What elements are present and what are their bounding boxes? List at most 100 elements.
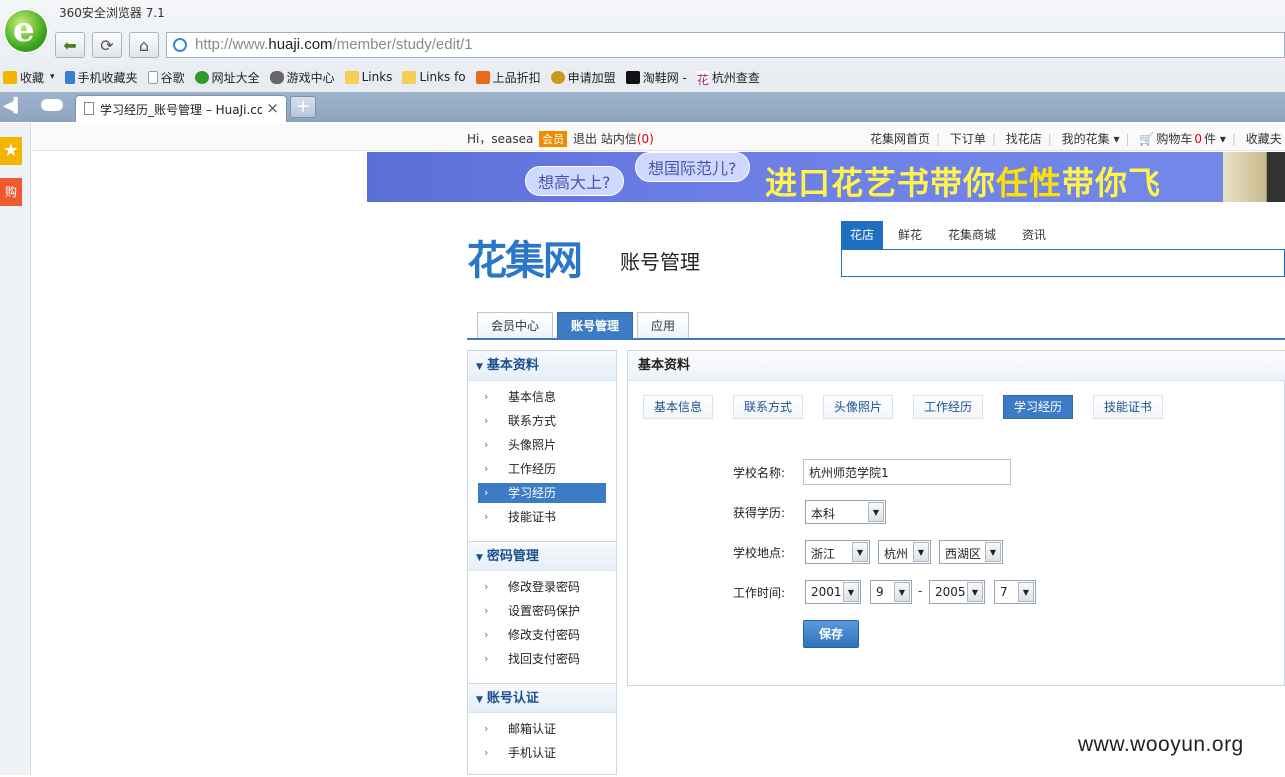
banner-bubble-2: 想国际范儿? xyxy=(635,152,750,182)
degree-select[interactable]: 本科 ▼ xyxy=(805,500,886,524)
bookmark-shangpin[interactable]: 上品折扣 xyxy=(475,69,541,86)
bookmark-google[interactable]: 谷歌 xyxy=(147,69,185,86)
city-select[interactable]: 杭州 ▼ xyxy=(878,540,931,564)
messages-link[interactable]: 站内信 xyxy=(601,132,637,146)
subtab-contact[interactable]: 联系方式 xyxy=(733,395,804,419)
start-month-select[interactable]: 9 ▼ xyxy=(870,580,912,604)
cart-unit[interactable]: 件 ▾ xyxy=(1204,132,1226,146)
subtab-basic-info[interactable]: 基本信息 xyxy=(643,395,714,419)
main-tabs: 会员中心 账号管理 应用 xyxy=(477,312,693,339)
menu-item-contact[interactable]: › 联系方式 xyxy=(478,411,606,435)
flower-icon: 花 xyxy=(696,70,709,87)
message-count: (0) xyxy=(636,132,654,146)
menu-item-education[interactable]: › 学习经历 xyxy=(478,483,606,503)
menu-section-password[interactable]: ▼ 密码管理 xyxy=(468,541,616,571)
menu-section-verification[interactable]: ▼ 账号认证 xyxy=(468,683,616,713)
dropdown-arrow-icon: ▼ xyxy=(894,582,910,602)
dropdown-arrow-icon: ▼ xyxy=(852,542,868,562)
nav-my-huaji-menu[interactable]: 我的花集 ▾ xyxy=(1062,132,1120,146)
bookmark-favorites[interactable]: 收藏 ▾ xyxy=(3,69,55,86)
bookmark-hangzhou[interactable]: 花杭州查查 xyxy=(696,69,760,87)
home-button[interactable]: ⌂ xyxy=(129,32,159,58)
search-tab-news[interactable]: 资讯 xyxy=(1013,221,1055,249)
end-month-select[interactable]: 7 ▼ xyxy=(994,580,1036,604)
tab-account-management[interactable]: 账号管理 xyxy=(557,312,634,339)
new-tab-button[interactable]: + xyxy=(290,96,316,118)
menu-section-basic[interactable]: ▼ 基本资料 xyxy=(468,351,616,381)
sidebar-toggle-icon[interactable]: ◀▍ xyxy=(3,98,25,114)
start-year-select[interactable]: 2001 ▼ xyxy=(805,580,861,604)
watermark: www.wooyun.org xyxy=(1078,733,1244,756)
menu-item-email-verify[interactable]: › 邮箱认证 xyxy=(478,719,606,743)
shopping-bag-icon[interactable]: 购 xyxy=(0,178,22,206)
menu-item-change-login-password[interactable]: › 修改登录密码 xyxy=(478,577,606,601)
menu-item-password-protection[interactable]: › 设置密码保护 xyxy=(478,601,606,625)
cart-count: 0 xyxy=(1194,132,1202,146)
search-tab-shop[interactable]: 花店 xyxy=(841,221,884,249)
bookmark-mobile[interactable]: 手机收藏夹 xyxy=(64,69,138,86)
time-label: 工作时间: xyxy=(733,586,786,600)
url-text: http://www.huaji.com/member/study/edit/1 xyxy=(195,36,473,53)
degree-label: 获得学历: xyxy=(733,506,786,520)
subtab-avatar[interactable]: 头像照片 xyxy=(823,395,894,419)
nav-cart-link[interactable]: 购物车 xyxy=(1156,132,1192,146)
menu-item-avatar[interactable]: › 头像照片 xyxy=(478,435,606,459)
triangle-down-icon: ▼ xyxy=(476,362,483,372)
cloud-icon[interactable] xyxy=(41,99,63,111)
favorites-star-icon[interactable]: ★ xyxy=(0,137,22,165)
home-icon: ⌂ xyxy=(138,35,150,55)
refresh-button[interactable]: ⟳ xyxy=(92,32,122,58)
nav-find-shop-link[interactable]: 找花店 xyxy=(1006,132,1042,146)
menu-item-work[interactable]: › 工作经历 xyxy=(478,459,606,483)
save-button[interactable]: 保存 xyxy=(803,620,859,648)
window-title: 360安全浏览器 7.1 xyxy=(59,6,165,20)
chevron-right-icon: › xyxy=(484,628,489,641)
shop-icon xyxy=(475,70,490,84)
chevron-right-icon: › xyxy=(484,390,489,403)
search-tab-flowers[interactable]: 鲜花 xyxy=(889,221,931,249)
province-select[interactable]: 浙江 ▼ xyxy=(805,540,870,564)
account-side-menu: ▼ 基本资料 › 基本信息 › 联系方式 › 头像照片 › 工作经历 › 学习经历 › 技能证… xyxy=(467,350,617,775)
menu-item-change-pay-password[interactable]: › 修改支付密码 xyxy=(478,625,606,649)
bookmark-games[interactable]: 游戏中心 xyxy=(269,69,335,86)
bookmark-links[interactable]: Links xyxy=(344,70,392,84)
top-navigation: 花集网首页 | 下订单 | 找花店 | 我的花集 ▾ | 🛒 购物车 0 件 ▾ | 收藏夫 xyxy=(870,132,1282,146)
search-input[interactable] xyxy=(841,249,1285,277)
bookmark-nav-sites[interactable]: 网址大全 xyxy=(194,69,260,86)
search-tab-mall[interactable]: 花集商城 xyxy=(939,221,1005,249)
banner-slogan: 进口花艺书带你任性带你飞 xyxy=(765,164,1162,202)
browser-sidebar xyxy=(0,123,31,775)
subtab-certificates[interactable]: 技能证书 xyxy=(1093,395,1164,419)
subtab-education[interactable]: 学习经历 xyxy=(1003,395,1074,419)
tab-close-icon[interactable]: × xyxy=(266,99,279,117)
bookmark-join[interactable]: 申请加盟 xyxy=(550,69,616,86)
school-name-input[interactable] xyxy=(803,459,1011,485)
bookmark-links-fo[interactable]: Links fo xyxy=(402,70,466,84)
gamepad-icon xyxy=(269,70,284,84)
menu-item-certificates[interactable]: › 技能证书 xyxy=(478,507,606,531)
tab-apps[interactable]: 应用 xyxy=(637,312,690,339)
district-select[interactable]: 西湖区 ▼ xyxy=(939,540,1003,564)
promo-banner[interactable]: 想高大上? 想国际范儿? 进口花艺书带你任性带你飞 xyxy=(367,152,1285,202)
chevron-right-icon: › xyxy=(484,652,489,665)
subtab-work[interactable]: 工作经历 xyxy=(913,395,984,419)
person-icon xyxy=(550,70,565,84)
menu-item-recover-pay-password[interactable]: › 找回支付密码 xyxy=(478,649,606,673)
school-label: 学校名称: xyxy=(733,466,786,480)
tab-member-center[interactable]: 会员中心 xyxy=(477,312,554,339)
folder-icon xyxy=(402,70,417,84)
tab-active[interactable]: 学习经历_账号管理 – HuaJi.com × xyxy=(75,95,287,122)
folder-icon xyxy=(344,70,359,84)
address-bar[interactable]: http://www.huaji.com/member/study/edit/1 xyxy=(166,32,1285,58)
end-year-select[interactable]: 2005 ▼ xyxy=(929,580,985,604)
nav-home-link[interactable]: 花集网首页 xyxy=(870,132,930,146)
nav-order-link[interactable]: 下订单 xyxy=(950,132,986,146)
menu-item-basic-info[interactable]: › 基本信息 xyxy=(478,387,606,411)
menu-item-phone-verify[interactable]: › 手机认证 xyxy=(478,743,606,767)
page-globe-icon xyxy=(173,38,187,52)
logout-link[interactable]: 退出 xyxy=(573,132,597,146)
site-logo[interactable]: 花集网 xyxy=(467,228,583,286)
bookmark-taoxie[interactable]: 淘鞋网 - xyxy=(625,69,687,86)
back-button[interactable]: ⬅ xyxy=(55,32,85,58)
nav-favorites-link[interactable]: 收藏夫 xyxy=(1246,132,1282,146)
